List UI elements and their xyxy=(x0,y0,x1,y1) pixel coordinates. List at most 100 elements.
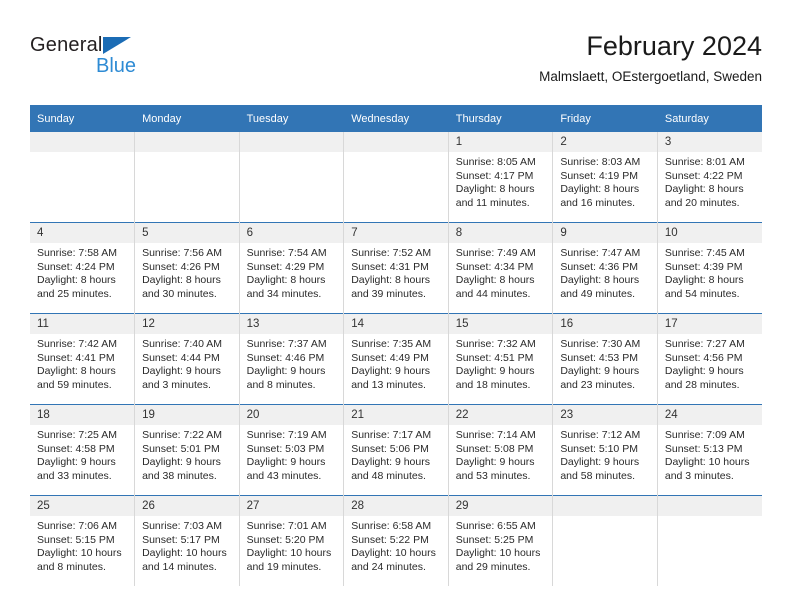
sun-info-line: Sunrise: 7:25 AM xyxy=(37,429,117,441)
sun-info-line: Sunset: 5:15 PM xyxy=(37,533,115,546)
sun-info: Sunrise: 7:09 AM Sunset: 5:13 PM Daylight:… xyxy=(658,425,762,483)
sun-info: Sunrise: 7:14 AM Sunset: 5:08 PM Daylight:… xyxy=(449,425,553,483)
calendar-day-cell-empty xyxy=(657,495,762,586)
calendar-day-cell[interactable]: 26 Sunrise: 7:03 AM Sunset: 5:17 PM Dayligh… xyxy=(134,495,240,586)
sun-info: Sunrise: 7:47 AM Sunset: 4:36 PM Daylight:… xyxy=(553,243,657,301)
calendar-day-cell[interactable]: 4 Sunrise: 7:58 AM Sunset: 4:24 PM Daylight… xyxy=(30,222,136,314)
sun-info: Sunrise: 8:03 AM Sunset: 4:19 PM Daylight:… xyxy=(553,152,657,210)
calendar-day-cell[interactable]: 11 Sunrise: 7:42 AM Sunset: 4:41 PM Dayligh… xyxy=(30,313,136,405)
sun-info-line: and 53 minutes. xyxy=(455,469,531,482)
sun-info-line: Sunset: 4:46 PM xyxy=(246,351,325,364)
calendar-day-cell[interactable]: 15 Sunrise: 7:32 AM Sunset: 4:51 PM Dayligh… xyxy=(448,313,554,405)
calendar-day-cell[interactable]: 6 Sunrise: 7:54 AM Sunset: 4:29 PM Daylight… xyxy=(239,222,345,314)
day-number xyxy=(135,132,239,152)
sun-info-line: Sunset: 5:06 PM xyxy=(351,442,429,455)
sun-info-line: Sunrise: 7:14 AM xyxy=(455,429,536,441)
calendar-day-cell[interactable]: 8 Sunrise: 7:49 AM Sunset: 4:34 PM Daylight… xyxy=(448,222,554,314)
calendar-day-cell[interactable]: 18 Sunrise: 7:25 AM Sunset: 4:58 PM Dayligh… xyxy=(30,404,136,496)
calendar-day-cell[interactable]: 28 Sunrise: 6:58 AM Sunset: 5:22 PM Dayligh… xyxy=(343,495,449,586)
calendar-day-cell[interactable]: 3 Sunrise: 8:01 AM Sunset: 4:22 PM Daylight… xyxy=(657,132,762,223)
day-number: 12 xyxy=(135,314,239,334)
sun-info-line: and 24 minutes. xyxy=(351,560,426,573)
sun-info-line: Daylight: 8 hours xyxy=(560,183,640,195)
calendar-day-cell[interactable]: 13 Sunrise: 7:37 AM Sunset: 4:46 PM Dayligh… xyxy=(239,313,345,405)
sun-info-line: and 8 minutes. xyxy=(246,378,316,391)
sun-info-line: Sunrise: 7:27 AM xyxy=(664,338,745,350)
sun-info-line: and 54 minutes. xyxy=(664,287,740,300)
calendar-day-cell[interactable]: 10 Sunrise: 7:45 AM Sunset: 4:39 PM Dayligh… xyxy=(657,222,762,314)
sun-info-line: Sunset: 4:49 PM xyxy=(351,351,429,364)
calendar-day-cell[interactable]: 12 Sunrise: 7:40 AM Sunset: 4:44 PM Dayligh… xyxy=(134,313,240,405)
sun-info-line: Daylight: 8 hours xyxy=(246,274,326,286)
sun-info-line: Sunset: 4:19 PM xyxy=(560,169,638,182)
sun-info-line: Daylight: 8 hours xyxy=(455,274,535,286)
sun-info-line: Daylight: 8 hours xyxy=(37,274,116,286)
sun-info-line: and 8 minutes. xyxy=(37,560,106,573)
day-number: 9 xyxy=(553,223,657,243)
day-number: 7 xyxy=(344,223,448,243)
sun-info: Sunrise: 8:05 AM Sunset: 4:17 PM Daylight:… xyxy=(449,152,553,210)
calendar-day-cell[interactable]: 19 Sunrise: 7:22 AM Sunset: 5:01 PM Dayligh… xyxy=(134,404,240,496)
calendar-day-cell[interactable]: 29 Sunrise: 6:55 AM Sunset: 5:25 PM Dayligh… xyxy=(448,495,554,586)
day-number: 21 xyxy=(344,405,448,425)
calendar-day-cell[interactable]: 7 Sunrise: 7:52 AM Sunset: 4:31 PM Daylight… xyxy=(343,222,449,314)
sun-info-line: Sunrise: 7:40 AM xyxy=(142,338,223,350)
calendar-day-cell[interactable]: 16 Sunrise: 7:30 AM Sunset: 4:53 PM Dayligh… xyxy=(552,313,658,405)
day-number: 10 xyxy=(657,223,762,243)
calendar-day-cell[interactable]: 23 Sunrise: 7:12 AM Sunset: 5:10 PM Dayligh… xyxy=(552,404,658,496)
sun-info-line: and 28 minutes. xyxy=(664,378,740,391)
sun-info-line: Daylight: 8 hours xyxy=(455,183,535,195)
page-title: February 2024 xyxy=(586,31,762,61)
sun-info-line: Sunrise: 7:54 AM xyxy=(246,247,327,259)
generalblue-logo[interactable]: General Blue xyxy=(30,34,230,84)
calendar-day-cell[interactable]: 20 Sunrise: 7:19 AM Sunset: 5:03 PM Dayligh… xyxy=(239,404,345,496)
sun-info-line: Sunset: 5:17 PM xyxy=(142,533,220,546)
calendar-day-cell[interactable]: 2 Sunrise: 8:03 AM Sunset: 4:19 PM Daylight… xyxy=(552,132,658,223)
calendar-day-cell[interactable]: 24 Sunrise: 7:09 AM Sunset: 5:13 PM Dayligh… xyxy=(657,404,762,496)
calendar-day-cell[interactable]: 21 Sunrise: 7:17 AM Sunset: 5:06 PM Dayligh… xyxy=(343,404,449,496)
sun-info-line: and 3 minutes. xyxy=(664,469,734,482)
sun-info-line: Daylight: 8 hours xyxy=(142,274,221,286)
sun-info-line: Daylight: 9 hours xyxy=(455,365,535,377)
day-number: 16 xyxy=(553,314,657,334)
sun-info-line: and 58 minutes. xyxy=(560,469,636,482)
sun-info-line: Daylight: 8 hours xyxy=(37,365,116,377)
sun-info-line: and 11 minutes. xyxy=(455,196,530,209)
day-number xyxy=(239,132,344,152)
sun-info-line: Sunrise: 7:17 AM xyxy=(351,429,432,441)
calendar-day-cell[interactable]: 14 Sunrise: 7:35 AM Sunset: 4:49 PM Dayligh… xyxy=(343,313,449,405)
calendar-day-cell[interactable]: 27 Sunrise: 7:01 AM Sunset: 5:20 PM Dayligh… xyxy=(239,495,345,586)
calendar-day-cell[interactable]: 22 Sunrise: 7:14 AM Sunset: 5:08 PM Dayligh… xyxy=(448,404,554,496)
sun-info-line: and 44 minutes. xyxy=(455,287,531,300)
sun-info-line: and 14 minutes. xyxy=(142,560,217,573)
sun-info-line: Sunset: 5:01 PM xyxy=(142,442,220,455)
sun-info-line: Sunrise: 7:35 AM xyxy=(351,338,432,350)
calendar-day-cell[interactable]: 5 Sunrise: 7:56 AM Sunset: 4:26 PM Daylight… xyxy=(134,222,240,314)
calendar-day-cell[interactable]: 9 Sunrise: 7:47 AM Sunset: 4:36 PM Daylight… xyxy=(552,222,658,314)
day-number: 1 xyxy=(448,132,553,152)
calendar-week-row: 4 Sunrise: 7:58 AM Sunset: 4:24 PM Daylight… xyxy=(30,222,762,314)
logo-text-blue: Blue xyxy=(96,55,137,77)
sun-info-line: Daylight: 9 hours xyxy=(246,365,326,377)
sun-info-line: and 3 minutes. xyxy=(142,378,211,391)
day-number xyxy=(344,132,448,152)
sun-info-line: Sunrise: 7:58 AM xyxy=(37,247,117,259)
sun-info-line: Sunset: 4:58 PM xyxy=(37,442,115,455)
sun-info-line: and 29 minutes. xyxy=(455,560,531,573)
calendar-day-cell[interactable]: 25 Sunrise: 7:06 AM Sunset: 5:15 PM Dayligh… xyxy=(30,495,136,586)
day-number xyxy=(553,496,657,516)
sun-info-line: Sunrise: 7:56 AM xyxy=(142,247,223,259)
sun-info: Sunrise: 7:22 AM Sunset: 5:01 PM Daylight:… xyxy=(135,425,239,483)
sun-info: Sunrise: 7:58 AM Sunset: 4:24 PM Daylight:… xyxy=(30,243,134,301)
sun-info-line: Sunset: 4:56 PM xyxy=(664,351,743,364)
sun-info-line: Sunrise: 7:47 AM xyxy=(560,247,641,259)
sun-info-line: and 39 minutes. xyxy=(351,287,426,300)
calendar-day-cell[interactable]: 17 Sunrise: 7:27 AM Sunset: 4:56 PM Dayligh… xyxy=(657,313,762,405)
sun-info-line: Sunrise: 7:45 AM xyxy=(664,247,745,259)
calendar-day-cell[interactable]: 1 Sunrise: 8:05 AM Sunset: 4:17 PM Daylight… xyxy=(448,132,554,223)
sun-info-line: Sunrise: 7:32 AM xyxy=(455,338,536,350)
sun-info: Sunrise: 7:03 AM Sunset: 5:17 PM Daylight:… xyxy=(135,516,239,574)
sun-info-line: Sunrise: 8:05 AM xyxy=(455,156,536,168)
sun-info-line: Sunset: 4:51 PM xyxy=(455,351,534,364)
sun-info-line: Sunset: 4:44 PM xyxy=(142,351,220,364)
